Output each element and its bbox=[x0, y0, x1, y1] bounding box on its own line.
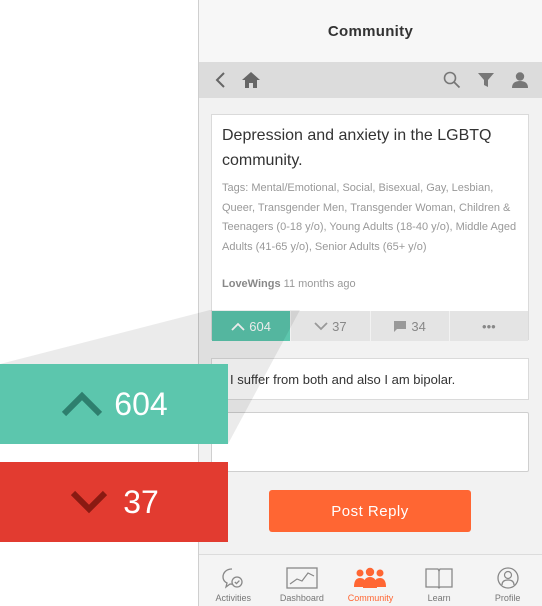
app-header: Community bbox=[199, 0, 542, 62]
post-reply-button[interactable]: Post Reply bbox=[269, 490, 471, 532]
post-card[interactable]: Depression and anxiety in the LGBTQ comm… bbox=[211, 114, 529, 341]
post-author[interactable]: LoveWings bbox=[222, 278, 281, 290]
profile-icon bbox=[497, 567, 519, 589]
tab-label: Dashboard bbox=[279, 593, 324, 603]
more-options-button[interactable]: ••• bbox=[450, 311, 528, 341]
upvote-count: 604 bbox=[249, 318, 271, 334]
comment-count: 34 bbox=[411, 318, 426, 334]
tab-activities[interactable]: Activities bbox=[199, 555, 268, 606]
learn-icon bbox=[425, 568, 453, 589]
reply-input[interactable] bbox=[211, 412, 529, 472]
filter-icon[interactable] bbox=[474, 68, 498, 92]
search-icon[interactable] bbox=[440, 68, 464, 92]
downvote-callout: 37 bbox=[0, 462, 228, 542]
comment-icon bbox=[394, 321, 407, 332]
post-tags: Tags: Mental/Emotional, Social, Bisexual… bbox=[222, 182, 517, 253]
downvote-button[interactable]: 37 bbox=[291, 311, 371, 341]
back-chevron-icon[interactable] bbox=[209, 68, 233, 92]
upvote-callout-value: 604 bbox=[114, 385, 168, 422]
bottom-tab-bar: Activities Dashboard Community Learn Pro… bbox=[199, 554, 542, 606]
dashboard-icon bbox=[286, 567, 318, 589]
downvote-callout-value: 37 bbox=[123, 483, 159, 520]
upvote-button[interactable]: 604 bbox=[212, 311, 292, 341]
user-icon[interactable] bbox=[508, 68, 532, 92]
home-icon[interactable] bbox=[239, 68, 263, 92]
toolbar bbox=[199, 62, 542, 98]
tab-label: Activities bbox=[215, 593, 252, 603]
reply-item: I suffer from both and also I am bipolar… bbox=[211, 358, 529, 400]
reply-text: I suffer from both and also I am bipolar… bbox=[230, 371, 456, 387]
post-meta: LoveWings 11 months ago bbox=[222, 278, 356, 290]
tab-profile[interactable]: Profile bbox=[473, 555, 542, 606]
activities-icon bbox=[222, 568, 243, 589]
post-actions: 604 37 34 ••• bbox=[212, 311, 528, 341]
more-icon: ••• bbox=[482, 318, 496, 334]
chevron-up-icon bbox=[62, 391, 103, 417]
tab-learn[interactable]: Learn bbox=[405, 555, 474, 606]
page-title: Community bbox=[327, 22, 414, 40]
tab-label: Learn bbox=[427, 593, 451, 603]
post-title[interactable]: Depression and anxiety in the LGBTQ comm… bbox=[222, 123, 518, 173]
community-icon bbox=[354, 567, 387, 588]
tab-dashboard[interactable]: Dashboard bbox=[268, 555, 337, 606]
chevron-up-icon bbox=[231, 322, 245, 331]
downvote-count: 37 bbox=[332, 318, 347, 334]
tab-community[interactable]: Community bbox=[336, 555, 405, 606]
post-time: 11 months ago bbox=[283, 278, 356, 290]
upvote-callout: 604 bbox=[0, 364, 228, 444]
tab-label: Community bbox=[347, 593, 394, 603]
tab-label: Profile bbox=[494, 593, 521, 603]
chevron-down-icon bbox=[314, 321, 328, 330]
comments-button[interactable]: 34 bbox=[371, 311, 450, 341]
phone-screen: Community Depression and anxiety in the … bbox=[198, 0, 542, 606]
chevron-down-icon bbox=[71, 490, 108, 514]
